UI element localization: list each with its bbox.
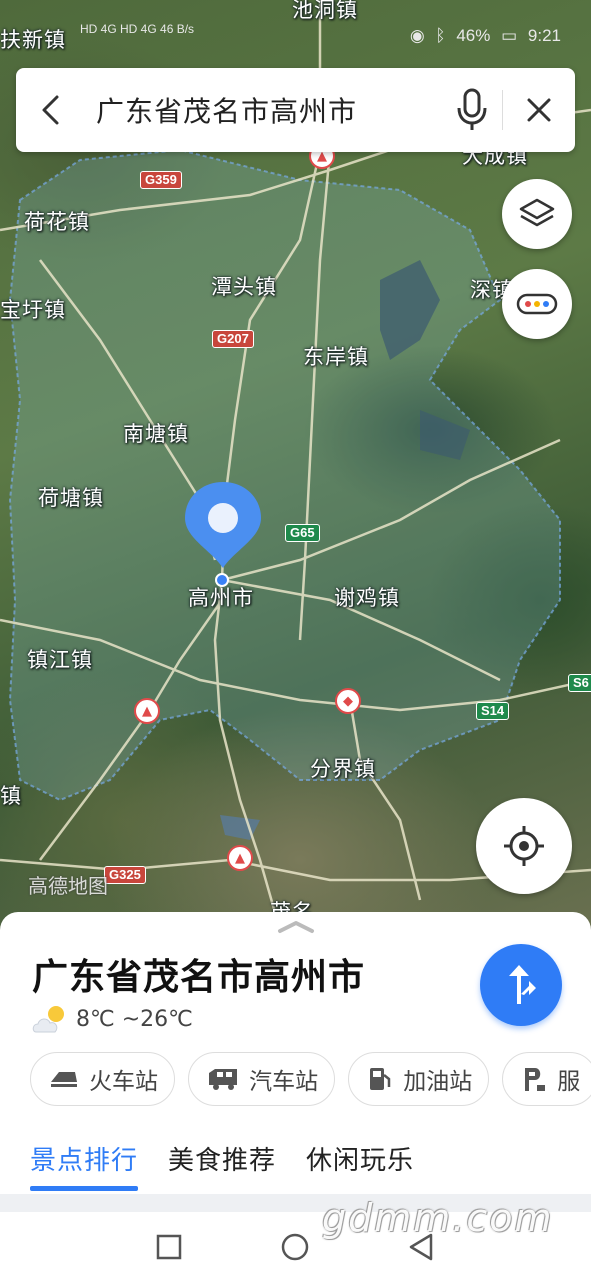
- bus-icon: [207, 1067, 239, 1091]
- map-layers-button[interactable]: [502, 179, 572, 249]
- battery-percent: 46%: [456, 26, 491, 45]
- circle-icon: [281, 1233, 309, 1261]
- road-shield: G65: [285, 524, 320, 542]
- chip-train-station[interactable]: 火车站: [30, 1052, 175, 1106]
- partly-cloudy-icon: [32, 1006, 64, 1033]
- map-label-town[interactable]: 扶新镇: [0, 24, 66, 54]
- route-arrow-icon: [509, 965, 536, 1004]
- eye-icon: ◉: [409, 26, 425, 45]
- chip-parking[interactable]: 服: [502, 1052, 591, 1106]
- road-shield: G359: [140, 171, 182, 189]
- map-label-town[interactable]: 分界镇: [310, 753, 376, 783]
- scenic-icon: ◆: [343, 693, 353, 709]
- map-label-town[interactable]: 谢鸡镇: [334, 582, 400, 612]
- recent-apps-button[interactable]: [152, 1230, 186, 1264]
- search-bar[interactable]: 广东省茂名市高州市: [16, 68, 575, 152]
- recommendation-tabs: 景点排行 美食推荐 休闲玩乐: [30, 1140, 444, 1196]
- clear-search-button[interactable]: [503, 68, 575, 152]
- road-shield: G325: [104, 866, 146, 884]
- square-icon: [156, 1234, 182, 1260]
- chevron-left-icon: [42, 95, 59, 125]
- chip-gas-station[interactable]: 加油站: [348, 1052, 490, 1106]
- clock: 9:21: [527, 26, 561, 45]
- home-button[interactable]: [278, 1230, 312, 1264]
- map-label-town[interactable]: 潭头镇: [211, 271, 277, 301]
- weather-info: 8℃ ~26℃: [30, 1002, 193, 1036]
- road-shield: S6: [568, 674, 591, 692]
- map-label-town[interactable]: 池洞镇: [292, 0, 358, 24]
- nearby-category-chips: 火车站 汽车站 加油站 服: [30, 1052, 591, 1108]
- chip-label: 加油站: [403, 1069, 473, 1095]
- map-label-town[interactable]: 镇江镇: [27, 644, 93, 674]
- bluetooth-icon: ᛒ: [435, 26, 446, 45]
- chip-label: 火车站: [89, 1069, 158, 1095]
- locate-me-button[interactable]: [476, 798, 572, 894]
- chip-label: 汽车站: [249, 1069, 319, 1095]
- poi-marker[interactable]: ◆: [335, 688, 361, 714]
- layers-icon: [519, 198, 555, 227]
- parking-icon: [521, 1065, 547, 1093]
- close-icon: [527, 98, 551, 122]
- map-label-town[interactable]: 宝圩镇: [0, 294, 66, 324]
- tab-food-recommendations[interactable]: 美食推荐: [168, 1140, 276, 1196]
- gas-station-icon: [367, 1065, 393, 1093]
- search-query[interactable]: 广东省茂名市高州市: [86, 90, 442, 130]
- voice-search-button[interactable]: [442, 68, 502, 152]
- train-icon: [49, 1068, 79, 1090]
- map-tools-button[interactable]: [502, 269, 572, 339]
- mountain-icon: ▲: [142, 703, 152, 719]
- temperature-range: 8℃ ~26℃: [76, 1006, 193, 1032]
- sheet-handle-icon[interactable]: [276, 920, 316, 934]
- map-label-town[interactable]: 南塘镇: [123, 418, 189, 448]
- map-view[interactable]: HD 4G HD 4G 46 B/s ◉ ᛒ 46% ▭ 9:21 扶新镇 池洞…: [0, 0, 591, 930]
- current-location-dot: [215, 573, 229, 587]
- microphone-icon: [457, 88, 487, 130]
- directions-button[interactable]: [480, 944, 562, 1026]
- status-right: ◉ ᛒ 46% ▭ 9:21: [404, 26, 561, 46]
- map-label-town[interactable]: 荷花镇: [24, 206, 90, 236]
- site-watermark: gdmm.com: [322, 1196, 554, 1240]
- place-title: 广东省茂名市高州市: [32, 957, 366, 998]
- tab-top-attractions[interactable]: 景点排行: [30, 1140, 139, 1196]
- chip-bus-station[interactable]: 汽车站: [188, 1052, 336, 1106]
- map-label-town[interactable]: 镇: [0, 780, 22, 810]
- poi-marker[interactable]: ▲: [134, 698, 160, 724]
- mountain-icon: ▲: [235, 850, 245, 866]
- map-label-town[interactable]: 荷塘镇: [38, 482, 104, 512]
- tab-leisure[interactable]: 休闲玩乐: [306, 1140, 414, 1196]
- road-shield: S14: [476, 702, 510, 720]
- map-provider-logo: 高德地图: [28, 874, 108, 898]
- more-dots-icon: [516, 293, 558, 315]
- poi-marker[interactable]: ▲: [227, 845, 253, 871]
- location-pin-icon[interactable]: [183, 480, 263, 570]
- chip-label: 服: [557, 1069, 581, 1095]
- place-detail-sheet[interactable]: 广东省茂名市高州市 8℃ ~26℃ 火车站 汽车站 加油站 服 景点排行 美食推…: [0, 912, 591, 1212]
- back-button[interactable]: [16, 68, 86, 152]
- signal-indicators: HD 4G HD 4G 46 B/s: [80, 22, 195, 36]
- road-shield: G207: [212, 330, 254, 348]
- battery-icon: ▭: [501, 26, 518, 45]
- crosshair-icon: [504, 826, 544, 866]
- map-label-town[interactable]: 东岸镇: [303, 341, 369, 371]
